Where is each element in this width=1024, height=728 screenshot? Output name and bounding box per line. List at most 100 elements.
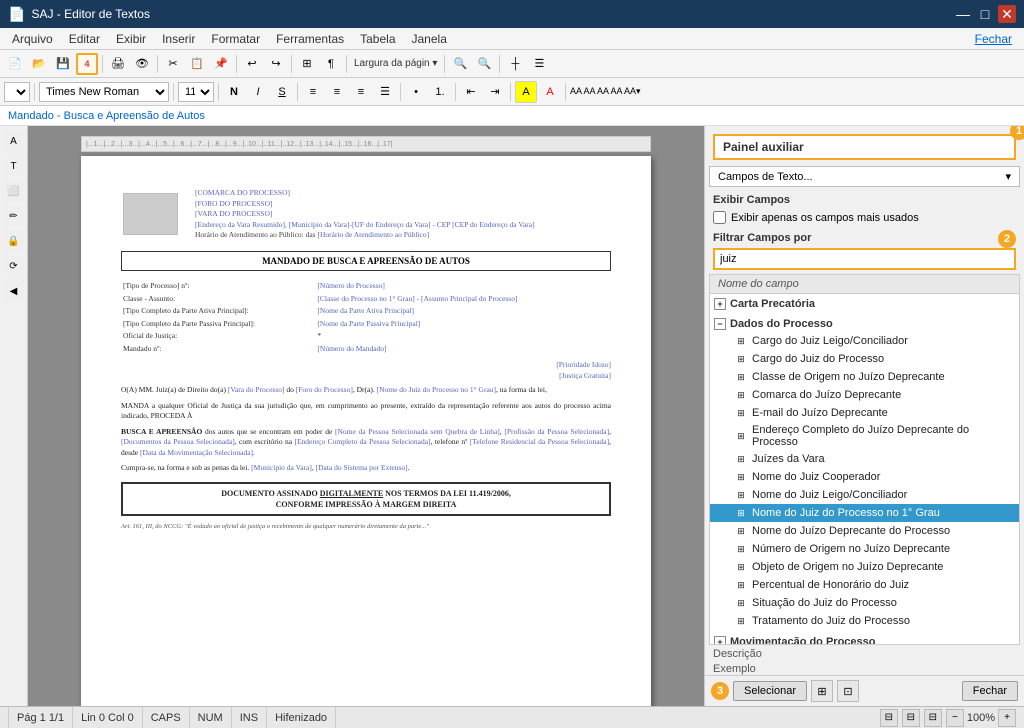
style-select[interactable]: 4	[4, 82, 30, 102]
align-justify-button[interactable]: ☰	[374, 81, 396, 103]
preview-button[interactable]: 👁	[131, 53, 153, 75]
selecionar-button[interactable]: Selecionar	[733, 681, 807, 701]
print-button[interactable]: 🖨	[107, 53, 129, 75]
left-tool-5[interactable]: 🔒	[3, 230, 25, 252]
document-area[interactable]: |...1...|...2...|...3...|...4...|...5...…	[28, 126, 704, 706]
menu-janela[interactable]: Janela	[404, 30, 455, 48]
align-left-button[interactable]: ≡	[302, 81, 324, 103]
status-icon-2[interactable]: ⊟	[902, 709, 920, 727]
align-right-button[interactable]: ≡	[350, 81, 372, 103]
tree-area[interactable]: Nome do campo + Carta Precatória − Dados…	[709, 274, 1020, 645]
fechar-button[interactable]: Fechar	[962, 681, 1018, 701]
highlight-button[interactable]: A	[515, 81, 537, 103]
list-number-button[interactable]: 1.	[429, 81, 451, 103]
save-template-button[interactable]: 4	[76, 53, 98, 75]
apenas-mais-usados-checkbox[interactable]	[713, 211, 726, 224]
tree-item-tratamento[interactable]: ⊞ Tratamento do Juiz do Processo	[710, 612, 1019, 630]
chevron-down-icon: ▾	[1005, 170, 1011, 183]
align-center-button[interactable]: ≡	[326, 81, 348, 103]
left-tool-1[interactable]: A	[3, 130, 25, 152]
menu-formatar[interactable]: Formatar	[203, 30, 268, 48]
paragraph-button[interactable]: ¶	[320, 53, 342, 75]
filter-section: Filtrar Campos por 2	[705, 226, 1024, 274]
indent-decrease-button[interactable]: ⇤	[460, 81, 482, 103]
maximize-button[interactable]: □	[976, 5, 994, 23]
font-color-button[interactable]: A	[539, 81, 561, 103]
tree-item-juiz-leigo[interactable]: ⊞ Nome do Juiz Leigo/Conciliador	[710, 486, 1019, 504]
format-field-button[interactable]: ⊡	[837, 680, 859, 702]
font-size-select[interactable]: 11	[178, 82, 214, 102]
insert-field-button[interactable]: ⊞	[811, 680, 833, 702]
callout-3: 3	[711, 682, 729, 700]
status-icon-3[interactable]: ⊟	[924, 709, 942, 727]
group-dados-header[interactable]: − Dados do Processo	[710, 316, 1019, 332]
tree-item-percentual[interactable]: ⊞ Percentual de Honorário do Juiz	[710, 576, 1019, 594]
left-tool-7[interactable]: ◀	[3, 280, 25, 302]
paste-button[interactable]: 📌	[210, 53, 232, 75]
expand-mov-icon[interactable]: +	[714, 636, 726, 645]
menu-fechar[interactable]: Fechar	[967, 30, 1020, 48]
expand-carta-icon[interactable]: +	[714, 298, 726, 310]
left-tool-4[interactable]: ✏	[3, 205, 25, 227]
tree-item-juizes[interactable]: ⊞ Juízes da Vara	[710, 450, 1019, 468]
tree-item-objeto-origem[interactable]: ⊞ Objeto de Origem no Juízo Deprecante	[710, 558, 1019, 576]
undo-button[interactable]: ↩	[241, 53, 263, 75]
menu-inserir[interactable]: Inserir	[154, 30, 203, 48]
menu-tabela[interactable]: Tabela	[352, 30, 403, 48]
zoom-out-status-button[interactable]: −	[946, 709, 964, 727]
list-bullet-button[interactable]: •	[405, 81, 427, 103]
left-tool-2[interactable]: T	[3, 155, 25, 177]
filter-input[interactable]	[713, 248, 1016, 270]
group-carta-header[interactable]: + Carta Precatória	[710, 296, 1019, 312]
bold-button[interactable]: N	[223, 81, 245, 103]
checkbox-label: Exibir apenas os campos mais usados	[731, 212, 919, 224]
insert-col-button[interactable]: ┼	[504, 53, 526, 75]
zoom-in-status-button[interactable]: +	[998, 709, 1016, 727]
menu-arquivo[interactable]: Arquivo	[4, 30, 61, 48]
open-button[interactable]: 📂	[28, 53, 50, 75]
save-button[interactable]: 💾	[52, 53, 74, 75]
expand-dados-icon[interactable]: −	[714, 318, 726, 330]
cut-button[interactable]: ✂	[162, 53, 184, 75]
menu-editar[interactable]: Editar	[61, 30, 108, 48]
indent-increase-button[interactable]: ⇥	[484, 81, 506, 103]
minimize-button[interactable]: —	[954, 5, 972, 23]
group-dados: − Dados do Processo ⊞ Cargo do Juiz Leig…	[710, 314, 1019, 632]
tree-item-juiz-1grau[interactable]: ⊞ Nome do Juiz do Processo no 1° Grau	[710, 504, 1019, 522]
checkbox-row: Exibir apenas os campos mais usados	[705, 209, 1024, 226]
redo-button[interactable]: ↪	[265, 53, 287, 75]
tree-item-situacao[interactable]: ⊞ Situação do Juiz do Processo	[710, 594, 1019, 612]
group-movimentacao-header[interactable]: + Movimentação do Processo	[710, 634, 1019, 645]
zoom-out-button[interactable]: 🔍	[449, 53, 471, 75]
menu-ferramentas[interactable]: Ferramentas	[268, 30, 352, 48]
new-button[interactable]: 📄	[4, 53, 26, 75]
zoom-in-button[interactable]: 🔍	[473, 53, 495, 75]
left-tool-3[interactable]: ⬜	[3, 180, 25, 202]
close-button[interactable]: ✕	[998, 5, 1016, 23]
tree-item-email[interactable]: ⊞ E-mail do Juízo Deprecante	[710, 404, 1019, 422]
document-body[interactable]: [Tipo de Processo] nº: [Número do Proces…	[121, 279, 611, 531]
tree-item-cargo-leigo[interactable]: ⊞ Cargo do Juiz Leigo/Conciliador	[710, 332, 1019, 350]
status-icon-1[interactable]: ⊟	[880, 709, 898, 727]
underline-button[interactable]: S	[271, 81, 293, 103]
tree-item-classe-origem[interactable]: ⊞ Classe de Origem no Juízo Deprecante	[710, 368, 1019, 386]
italic-button[interactable]: I	[247, 81, 269, 103]
tree-item-numero-origem[interactable]: ⊞ Número de Origem no Juízo Deprecante	[710, 540, 1019, 558]
tree-item-cargo-juiz[interactable]: ⊞ Cargo do Juiz do Processo	[710, 350, 1019, 368]
format-col-button[interactable]: ☰	[528, 53, 550, 75]
campos-texto-dropdown[interactable]: Campos de Texto... ▾	[709, 166, 1020, 187]
field-icon: ⊞	[734, 452, 748, 466]
priority-fields: [Prioridade Idoso] [Justiça Gratuita]	[121, 360, 611, 381]
status-bar: Pág 1 1/1 Lin 0 Col 0 CAPS NUM INS Hifen…	[0, 706, 1024, 728]
tree-item-juiz-cooperador[interactable]: ⊞ Nome do Juiz Cooperador	[710, 468, 1019, 486]
tree-item-endereco[interactable]: ⊞ Endereço Completo do Juízo Deprecante …	[710, 422, 1019, 450]
footer-box: DOCUMENTO ASSINADO DIGITALMENTE NOS TERM…	[121, 482, 611, 516]
table-button[interactable]: ⊞	[296, 53, 318, 75]
menu-exibir[interactable]: Exibir	[108, 30, 154, 48]
document-page[interactable]: [COMARCA DO PROCESSO] [FORO DO PROCESSO]…	[81, 156, 651, 706]
left-tool-6[interactable]: ⟳	[3, 255, 25, 277]
tree-item-comarca[interactable]: ⊞ Comarca do Juízo Deprecante	[710, 386, 1019, 404]
tree-item-juizo-deprecante[interactable]: ⊞ Nome do Juízo Deprecante do Processo	[710, 522, 1019, 540]
copy-button[interactable]: 📋	[186, 53, 208, 75]
font-name-select[interactable]: Times New Roman	[39, 82, 169, 102]
